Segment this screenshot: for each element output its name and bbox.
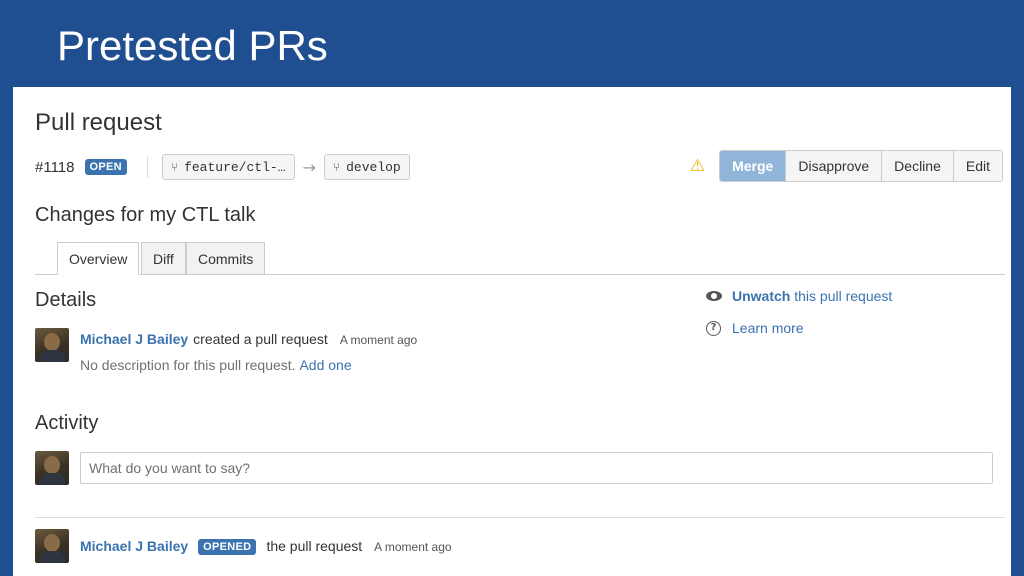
timestamp: A moment ago [339,333,418,347]
avatar[interactable] [35,529,69,563]
help-icon: ? [705,320,722,336]
source-branch[interactable]: ⑂ feature/ctl-… [161,154,295,180]
pr-actions: ⚠ Merge Disapprove Decline Edit [690,150,1003,182]
decline-button[interactable]: Decline [881,151,953,181]
learn-more-link[interactable]: ? Learn more [705,320,804,336]
no-description-text: No description for this pull request. [80,357,296,373]
source-branch-label: feature/ctl-… [184,159,286,175]
pr-title: Changes for my CTL talk [35,204,256,226]
merge-button[interactable]: Merge [720,151,786,181]
page-title: Pull request [35,109,162,136]
warning-icon[interactable]: ⚠ [690,156,705,176]
pr-id: #1118 [35,158,75,176]
disapprove-button[interactable]: Disapprove [785,151,882,181]
timestamp: A moment ago [374,540,452,554]
tab-overview[interactable]: Overview [57,242,140,275]
unwatch-rest: this pull request [794,288,893,304]
details-heading: Details [35,289,97,311]
branch-icon: ⑂ [332,160,341,174]
pr-meta-row: #1118 OPEN ⑂ feature/ctl-… → ⑂ develop [35,153,410,181]
details-created-line: Michael J Bailey created a pull request … [80,331,417,347]
user-link[interactable]: Michael J Bailey [80,331,188,347]
unwatch-link[interactable]: Unwatch this pull request [705,288,892,304]
target-branch[interactable]: ⑂ develop [323,154,410,180]
status-badge: OPEN [84,159,127,175]
user-link[interactable]: Michael J Bailey [80,538,188,554]
comment-input[interactable] [80,452,993,484]
eye-icon [705,291,722,301]
action-button-group: Merge Disapprove Decline Edit [719,150,1003,182]
opened-badge: OPENED [198,539,257,555]
pull-request-page: Pull request #1118 OPEN ⑂ feature/ctl-… … [13,87,1011,576]
branch-icon: ⑂ [170,160,179,174]
details-action: created a pull request [193,331,328,347]
edit-button[interactable]: Edit [952,151,1002,181]
unwatch-label: Unwatch [732,288,791,304]
tab-commits[interactable]: Commits [186,242,266,275]
arrow-right-icon: → [302,157,316,177]
tab-diff[interactable]: Diff [141,242,186,275]
description-line: No description for this pull request. Ad… [80,357,352,373]
divider [35,517,1005,518]
tab-bar: Overview Diff Commits [35,241,1005,275]
avatar[interactable] [35,328,69,362]
divider [146,156,148,178]
avatar[interactable] [35,451,69,485]
target-branch-label: develop [346,159,401,175]
activity-item: Michael J Bailey OPENED the pull request… [80,538,452,556]
learn-more-label: Learn more [732,320,804,336]
activity-heading: Activity [35,412,99,434]
slide-title: Pretested PRs [57,22,328,69]
add-description-link[interactable]: Add one [299,357,351,373]
activity-action: the pull request [266,538,363,554]
